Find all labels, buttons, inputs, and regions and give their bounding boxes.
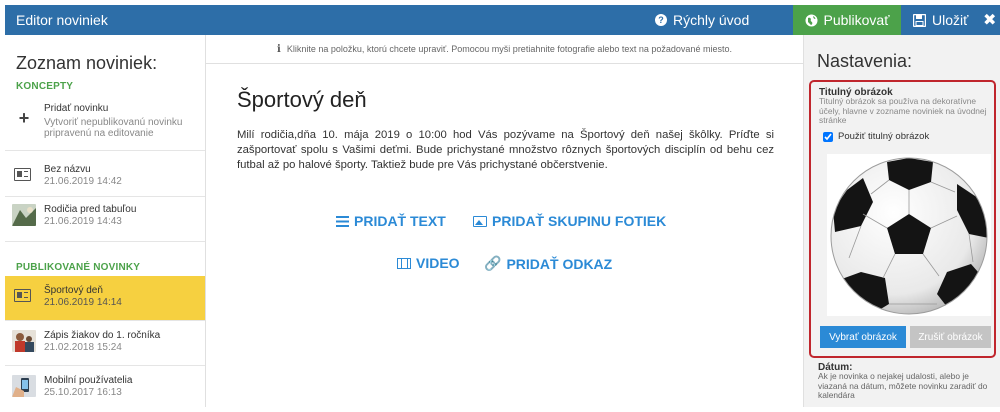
list-item-date: 21.02.2018 15:24 bbox=[44, 342, 122, 353]
article-body[interactable]: Milí rodičia,dňa 10. mája 2019 o 10:00 h… bbox=[237, 128, 774, 173]
globe-icon bbox=[805, 14, 818, 26]
list-item-title: Rodičia pred tabuľou bbox=[44, 204, 137, 215]
add-news-item[interactable]: + Pridať novinku Vytvoriť nepublikovanú … bbox=[5, 99, 205, 151]
photo-thumbnail bbox=[12, 375, 36, 397]
list-item-active[interactable]: Športový deň 21.06.2019 14:14 bbox=[5, 276, 205, 321]
add-news-title: Pridať novinku bbox=[44, 103, 109, 114]
cover-image-desc: Titulný obrázok sa používa na dekoratívn… bbox=[819, 96, 987, 125]
news-editor: i Kliknite na položku, ktorú chcete upra… bbox=[206, 35, 803, 407]
article-title[interactable]: Športový deň bbox=[237, 87, 367, 113]
close-icon[interactable]: ✖ bbox=[983, 10, 996, 30]
info-icon: i bbox=[277, 43, 281, 55]
cover-image-section: Titulný obrázok Titulný obrázok sa použí… bbox=[809, 80, 996, 358]
save-button[interactable]: Uložiť bbox=[913, 12, 968, 28]
quick-start-label: Rýchly úvod bbox=[673, 12, 750, 28]
list-item-date: 21.06.2019 14:14 bbox=[44, 297, 122, 308]
list-item-title: Mobilní používatelia bbox=[44, 375, 133, 386]
text-lines-icon bbox=[336, 215, 349, 227]
use-cover-checkbox[interactable] bbox=[823, 131, 833, 142]
publish-label: Publikovať bbox=[823, 12, 890, 28]
news-list-heading: Zoznam noviniek: bbox=[16, 53, 158, 73]
list-item-title: Športový deň bbox=[44, 285, 103, 296]
add-photos-label: PRIDAŤ SKUPINU FOTIEK bbox=[492, 213, 667, 229]
cancel-image-button[interactable]: Zrušiť obrázok bbox=[910, 326, 991, 348]
add-link-label: PRIDAŤ ODKAZ bbox=[506, 255, 613, 272]
soccer-ball-image bbox=[830, 157, 988, 315]
list-item[interactable]: Zápis žiakov do 1. ročníka 21.02.2018 15… bbox=[5, 321, 205, 366]
add-text-label: PRIDAŤ TEXT bbox=[354, 213, 446, 229]
video-label: VIDEO bbox=[416, 255, 460, 271]
publish-button[interactable]: Publikovať bbox=[793, 5, 901, 35]
settings-heading: Nastavenia: bbox=[817, 51, 913, 71]
choose-image-button[interactable]: Vybrať obrázok bbox=[820, 326, 906, 348]
list-item-title: Zápis žiakov do 1. ročníka bbox=[44, 330, 161, 341]
list-item-title: Bez názvu bbox=[44, 164, 91, 175]
add-text-button[interactable]: PRIDAŤ TEXT bbox=[336, 213, 446, 229]
list-item[interactable]: Rodičia pred tabuľou 21.06.2019 14:43 bbox=[5, 197, 205, 242]
quick-start-button[interactable]: ? Rýchly úvod bbox=[655, 12, 749, 28]
plus-icon: + bbox=[18, 108, 30, 128]
app-title: Editor noviniek bbox=[16, 12, 108, 28]
add-video-button[interactable]: VIDEO bbox=[397, 255, 460, 271]
save-label: Uložiť bbox=[932, 12, 969, 28]
news-icon bbox=[12, 285, 36, 307]
list-item-date: 25.10.2017 16:13 bbox=[44, 387, 122, 398]
photo-thumbnail bbox=[12, 330, 36, 352]
hint-bar: i Kliknite na položku, ktorú chcete upra… bbox=[206, 35, 803, 64]
use-cover-label: Použiť titulný obrázok bbox=[838, 131, 930, 142]
list-item[interactable]: Bez názvu 21.06.2019 14:42 bbox=[5, 151, 205, 197]
help-icon: ? bbox=[655, 14, 667, 26]
image-icon bbox=[473, 215, 487, 227]
floppy-icon bbox=[913, 13, 926, 27]
cover-image-preview[interactable] bbox=[827, 154, 991, 316]
list-item[interactable]: Mobilní používatelia 25.10.2017 16:13 bbox=[5, 366, 205, 407]
list-item-date: 21.06.2019 14:43 bbox=[44, 216, 122, 227]
news-list-sidebar: Zoznam noviniek: KONCEPTY + Pridať novin… bbox=[5, 35, 206, 407]
news-icon bbox=[12, 164, 36, 186]
drafts-section-label: KONCEPTY bbox=[16, 81, 74, 92]
use-cover-checkbox-row[interactable]: Použiť titulný obrázok bbox=[823, 131, 929, 142]
settings-panel: Nastavenia: Titulný obrázok Titulný obrá… bbox=[803, 35, 1000, 407]
add-photo-group-button[interactable]: PRIDAŤ SKUPINU FOTIEK bbox=[473, 213, 666, 229]
top-bar: Editor noviniek ? Rýchly úvod Publikovať… bbox=[5, 5, 1000, 35]
hint-text: Kliknite na položku, ktorú chcete upravi… bbox=[286, 44, 732, 54]
film-icon bbox=[397, 257, 411, 269]
list-item-date: 21.06.2019 14:42 bbox=[44, 176, 122, 187]
date-desc: Ak je novinka o nejakej udalosti, alebo … bbox=[818, 371, 988, 400]
link-icon: 🔗 bbox=[484, 255, 502, 271]
add-news-desc: Vytvoriť nepublikovanú novinku pripraven… bbox=[44, 117, 183, 139]
published-section-label: PUBLIKOVANÉ NOVINKY bbox=[16, 262, 141, 273]
add-link-button[interactable]: 🔗 PRIDAŤ ODKAZ bbox=[484, 255, 612, 272]
photo-thumbnail bbox=[12, 204, 36, 226]
